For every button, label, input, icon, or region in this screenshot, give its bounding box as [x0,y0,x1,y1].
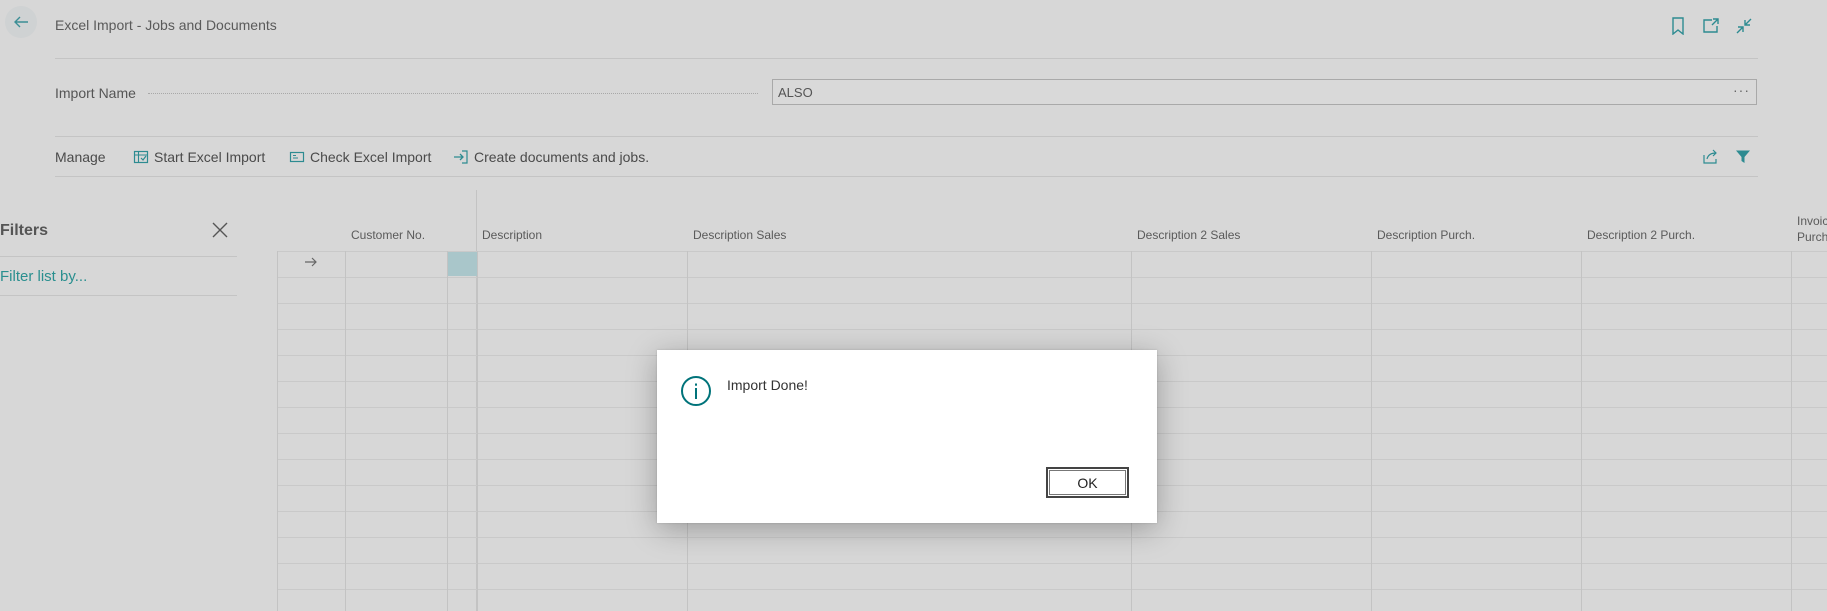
column-header-description[interactable]: Description [482,228,542,242]
share-icon[interactable] [1702,149,1719,165]
excel-import-icon [133,149,149,165]
grid-column-line [1791,251,1792,611]
grid-column-line [1581,251,1582,611]
import-done-dialog: Import Done! OK [657,350,1157,523]
selected-cell[interactable] [448,251,477,276]
check-import-icon [289,149,305,165]
column-header-customer-no[interactable]: Customer No. [351,228,425,242]
bookmark-icon[interactable] [1671,17,1689,35]
filters-divider-bottom [0,295,237,296]
grid-row-line [277,277,1827,278]
column-header-description-2-purch[interactable]: Description 2 Purch. [1587,228,1695,242]
filter-list-by-link[interactable]: Filter list by... [0,268,87,285]
actionbar-divider [55,176,1758,177]
field-dotted-leader [148,93,758,94]
column-header-description-purch[interactable]: Description Purch. [1377,228,1475,242]
check-excel-import-label: Check Excel Import [310,149,432,165]
grid-column-line [477,251,478,611]
collapse-icon[interactable] [1735,17,1753,35]
grid-row-line [277,537,1827,538]
column-header-invoice-purch-line1[interactable]: Invoic [1797,214,1827,228]
check-excel-import-button[interactable]: Check Excel Import [289,149,431,165]
info-icon [680,375,712,407]
page-title: Excel Import - Jobs and Documents [55,17,277,33]
grid-column-line [447,251,448,611]
sign-in-arrow-icon [453,149,469,165]
header-divider [55,58,1758,59]
column-header-description-sales[interactable]: Description Sales [693,228,786,242]
row-arrow-icon [304,256,318,268]
lookup-ellipsis-button[interactable]: ··· [1733,82,1750,98]
column-header-invoice-purch-line2[interactable]: Purch [1797,230,1827,244]
import-name-value: ALSO [778,85,813,100]
start-excel-import-label: Start Excel Import [154,149,266,165]
filters-divider-top [0,256,237,257]
filters-title: Filters [0,222,49,239]
grid-row-line [277,329,1827,330]
field-divider [55,136,1758,137]
dialog-message: Import Done! [727,377,808,393]
start-excel-import-button[interactable]: Start Excel Import [133,149,265,165]
grid-column-line [345,251,346,611]
ok-button[interactable]: OK [1046,467,1129,498]
close-icon[interactable] [211,221,229,239]
column-header-description-2-sales[interactable]: Description 2 Sales [1137,228,1240,242]
manage-menu[interactable]: Manage [55,149,106,165]
create-documents-jobs-label: Create documents and jobs. [474,149,650,165]
grid-row-line [277,589,1827,590]
grid-column-line [1371,251,1372,611]
filter-icon[interactable] [1735,149,1751,165]
create-documents-jobs-button[interactable]: Create documents and jobs. [453,149,649,165]
grid-column-line [277,251,278,611]
import-name-field[interactable]: ALSO ··· [772,79,1757,105]
open-new-window-icon[interactable] [1702,17,1720,35]
grid-row-line [277,303,1827,304]
import-name-label: Import Name [55,85,136,101]
grid-row-line [277,563,1827,564]
manage-label: Manage [55,149,106,165]
back-button[interactable] [5,6,37,38]
grid-row-line [277,251,1827,252]
